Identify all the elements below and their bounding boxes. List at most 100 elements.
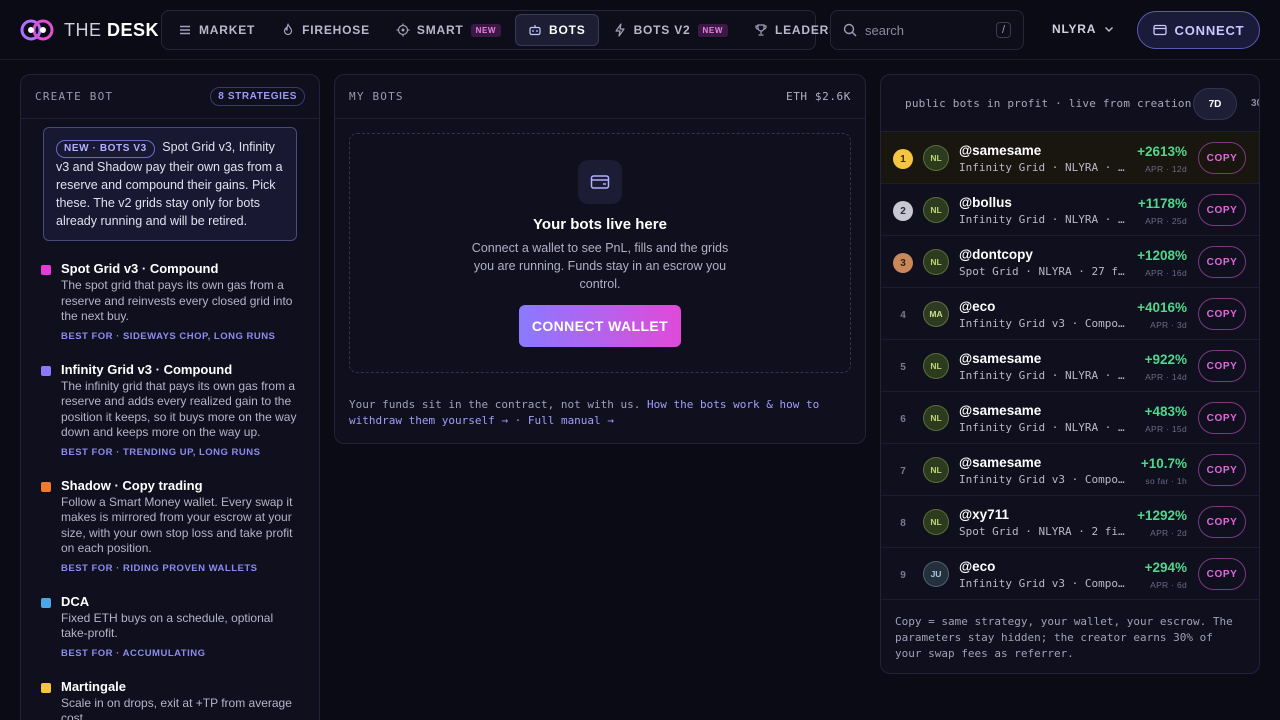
copy-button[interactable]: COPY <box>1198 194 1246 226</box>
strategy-description: The spot grid that pays its own gas from… <box>61 278 293 323</box>
bot-pnl: +4016% <box>1137 300 1187 315</box>
wallet-icon <box>1152 24 1167 36</box>
panel-title: CREATE BOT <box>35 90 114 103</box>
leaderboard-row[interactable]: 2 NL @bollus Infinity Grid · NLYRA · 8 fill… <box>881 184 1259 236</box>
strategy-description: Fixed ETH buys on a schedule, optional t… <box>61 610 274 641</box>
bot-pnl: +2613% <box>1137 144 1187 159</box>
strategy-description: Scale in on drops, exit at +TP from aver… <box>61 695 292 720</box>
bot-description: Spot Grid · NLYRA · 27 fills <box>959 265 1131 278</box>
bot-handle[interactable]: @samesame <box>959 143 1041 158</box>
bot-description: Infinity Grid v3 · Compound <box>959 317 1131 330</box>
rank-badge: 4 <box>900 309 906 321</box>
rank-badge: 2 <box>893 201 913 221</box>
target-icon <box>396 23 410 37</box>
token-selector[interactable]: NLYRA <box>1052 22 1114 36</box>
bot-description: Infinity Grid · NLYRA · 4 fills <box>959 421 1131 434</box>
logo-icon <box>20 19 54 41</box>
bot-handle[interactable]: @xy711 <box>959 507 1009 522</box>
leaderboard-row[interactable]: 9 JU @eco Infinity Grid v3 · Compound +294% A… <box>881 548 1259 600</box>
rank-badge: 7 <box>900 465 906 477</box>
copy-button[interactable]: COPY <box>1198 142 1246 174</box>
new-badge: NEW <box>470 23 502 37</box>
nav-smart[interactable]: SMART NEW <box>384 14 513 46</box>
search-shortcut: / <box>995 22 1011 38</box>
copy-button[interactable]: COPY <box>1198 454 1246 486</box>
nav-bots-v2[interactable]: BOTS V2 NEW <box>601 14 740 46</box>
strategy-martingale[interactable]: Martingale Scale in on drops, exit at +T… <box>21 679 319 720</box>
bot-description: Infinity Grid v3 · Compound <box>959 473 1131 486</box>
period-tab-7d[interactable]: 7D <box>1193 88 1237 120</box>
strategy-best-for: BEST FOR · RIDING PROVEN WALLETS <box>61 562 258 574</box>
create-bot-header: CREATE BOT 8 STRATEGIES <box>21 75 319 119</box>
search-input[interactable] <box>865 22 988 38</box>
connect-button[interactable]: CONNECT <box>1137 11 1260 49</box>
bot-description: Infinity Grid · NLYRA · 8 fills <box>959 213 1131 226</box>
bot-handle[interactable]: @samesame <box>959 403 1041 418</box>
bot-handle[interactable]: @samesame <box>959 455 1041 470</box>
funds-note: Your funds sit in the contract, not with… <box>349 398 820 427</box>
brand-logo[interactable]: THE DESK <box>20 17 159 43</box>
copy-button[interactable]: COPY <box>1198 350 1246 382</box>
nav-market[interactable]: MARKET <box>166 14 267 46</box>
strategy-name: Infinity Grid v3 · Compound <box>61 361 233 377</box>
bot-handle[interactable]: @dontcopy <box>959 247 1033 262</box>
bot-apr-period: APR · 12d <box>1145 164 1187 174</box>
panel-title: MY BOTS <box>349 90 404 103</box>
my-bots-panel: MY BOTS ETH $2.6K Your bots live here Co… <box>334 74 866 444</box>
leaderboard-row[interactable]: 5 NL @samesame Infinity Grid · NLYRA · 6 fi… <box>881 340 1259 392</box>
period-tab-30d[interactable]: 30 <box>1251 98 1259 109</box>
bot-handle[interactable]: @eco <box>959 299 995 314</box>
leaderboard-row[interactable]: 8 NL @xy711 Spot Grid · NLYRA · 2 fills +129… <box>881 496 1259 548</box>
copy-button[interactable]: COPY <box>1198 558 1246 590</box>
strategy-name: Shadow · Copy trading <box>61 477 203 493</box>
avatar: JU <box>923 561 949 587</box>
copy-button[interactable]: COPY <box>1198 402 1246 434</box>
bot-description: Infinity Grid · NLYRA · 13 fills <box>959 161 1131 174</box>
bot-handle[interactable]: @bollus <box>959 195 1012 210</box>
leaderboard-row[interactable]: 6 NL @samesame Infinity Grid · NLYRA · 4 fi… <box>881 392 1259 444</box>
search-box[interactable]: / <box>830 10 1024 50</box>
bot-handle[interactable]: @samesame <box>959 351 1041 366</box>
strategy-color-dot <box>41 481 51 492</box>
avatar: NL <box>923 197 949 223</box>
leaderboard-row[interactable]: 3 NL @dontcopy Spot Grid · NLYRA · 27 fills… <box>881 236 1259 288</box>
chevron-down-icon <box>1105 27 1114 32</box>
avatar: NL <box>923 249 949 275</box>
bot-icon <box>529 25 541 36</box>
strategy-shadow[interactable]: Shadow · Copy trading Follow a Smart Mon… <box>21 478 319 574</box>
bot-pnl: +483% <box>1144 404 1187 419</box>
leaderboard-row[interactable]: 1 NL @samesame Infinity Grid · NLYRA · 13 f… <box>881 132 1259 184</box>
bot-apr-period: APR · 25d <box>1145 216 1187 226</box>
copy-button[interactable]: COPY <box>1198 298 1246 330</box>
nav-firehose[interactable]: FIREHOSE <box>269 14 382 46</box>
bot-description: Infinity Grid · NLYRA · 6 fills <box>959 369 1131 382</box>
strategy-description: Follow a Smart Money wallet. Every swap … <box>61 494 293 556</box>
bot-description: Infinity Grid v3 · Compound <box>959 577 1131 590</box>
rank-badge: 1 <box>893 149 913 169</box>
strategy-name: Spot Grid v3 · Compound <box>61 261 219 276</box>
link-separator: · <box>514 414 522 427</box>
avatar: MA <box>923 301 949 327</box>
bot-description: Spot Grid · NLYRA · 2 fills <box>959 525 1131 538</box>
full-manual-link[interactable]: Full manual → <box>528 414 614 427</box>
strategy-infinity-grid-v3[interactable]: Infinity Grid v3 · Compound The infinity… <box>21 362 319 458</box>
bot-apr-period: APR · 14d <box>1145 372 1187 382</box>
nav-bots[interactable]: BOTS <box>515 14 599 46</box>
copy-button[interactable]: COPY <box>1198 246 1246 278</box>
rank-badge: 3 <box>893 253 913 273</box>
strategy-dca[interactable]: DCA Fixed ETH buys on a schedule, option… <box>21 594 319 659</box>
bot-pnl: +1178% <box>1137 196 1187 211</box>
connect-wallet-button[interactable]: CONNECT WALLET <box>519 305 681 347</box>
leaderboard-row[interactable]: 7 NL @samesame Infinity Grid v3 · Compound +… <box>881 444 1259 496</box>
strategy-name: Martingale <box>61 678 127 694</box>
bot-pnl: +922% <box>1144 352 1187 367</box>
bot-handle[interactable]: @eco <box>959 559 995 574</box>
leaderboard-row[interactable]: 4 MA @eco Infinity Grid v3 · Compound +4016%… <box>881 288 1259 340</box>
bot-pnl: +1292% <box>1137 508 1187 523</box>
copy-button[interactable]: COPY <box>1198 506 1246 538</box>
notice-badge: NEW · BOTS V3 <box>56 140 155 158</box>
strategy-color-dot <box>41 682 51 693</box>
wallet-icon <box>578 160 622 204</box>
strategy-name: DCA <box>61 593 90 609</box>
strategy-spot-grid-v3[interactable]: Spot Grid v3 · Compound The spot grid th… <box>21 261 319 342</box>
